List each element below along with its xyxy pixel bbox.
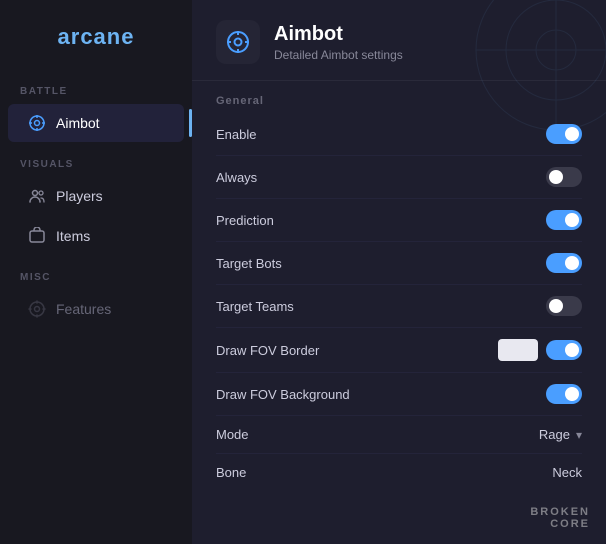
target-teams-toggle[interactable]: [546, 296, 582, 316]
enable-toggle[interactable]: [546, 124, 582, 144]
page-title: Aimbot: [274, 23, 403, 46]
sidebar-item-players-label: Players: [56, 188, 103, 204]
sidebar-item-aimbot-label: Aimbot: [56, 115, 100, 131]
sidebar-item-items[interactable]: Items: [8, 217, 184, 255]
setting-target-teams-label: Target Teams: [216, 299, 294, 314]
setting-always: Always: [216, 156, 582, 199]
sidebar-item-features-label: Features: [56, 301, 111, 317]
header-icon-container: [216, 20, 260, 64]
header-text: Aimbot Detailed Aimbot settings: [274, 23, 403, 62]
logo-area: arcane: [0, 0, 192, 70]
app-logo: arcane: [58, 24, 135, 50]
fov-border-controls: [498, 339, 582, 361]
setting-bone-label: Bone: [216, 465, 246, 480]
page-subtitle: Detailed Aimbot settings: [274, 48, 403, 62]
setting-bone: Bone Neck: [216, 454, 582, 491]
sidebar: arcane BATTLE Aimbot VISUALS: [0, 0, 192, 544]
players-icon: [28, 187, 46, 205]
watermark-line2: CORE: [550, 518, 590, 530]
target-bots-toggle[interactable]: [546, 253, 582, 273]
bone-dropdown-value: Neck: [552, 465, 582, 480]
aimbot-header-icon: [225, 29, 251, 55]
setting-draw-fov-background: Draw FOV Background: [216, 373, 582, 416]
setting-always-label: Always: [216, 170, 257, 185]
fov-background-toggle[interactable]: [546, 384, 582, 404]
misc-section-label: MISC: [0, 256, 192, 289]
visuals-section-label: VISUALS: [0, 143, 192, 176]
setting-draw-fov-background-label: Draw FOV Background: [216, 387, 350, 402]
chevron-down-icon: ▾: [576, 428, 582, 442]
always-toggle[interactable]: [546, 167, 582, 187]
setting-mode: Mode Rage ▾: [216, 416, 582, 454]
aimbot-icon: [28, 114, 46, 132]
mode-dropdown-value: Rage: [539, 427, 570, 442]
setting-mode-label: Mode: [216, 427, 249, 442]
setting-prediction: Prediction: [216, 199, 582, 242]
watermark-line1: BROKEN: [530, 506, 590, 518]
mode-dropdown[interactable]: Rage ▾: [539, 427, 582, 442]
sidebar-item-players[interactable]: Players: [8, 177, 184, 215]
main-content: Aimbot Detailed Aimbot settings General …: [192, 0, 606, 544]
general-section-label: General: [216, 81, 582, 113]
prediction-toggle[interactable]: [546, 210, 582, 230]
features-icon: [28, 300, 46, 318]
setting-enable-label: Enable: [216, 127, 256, 142]
sidebar-item-features[interactable]: Features: [8, 290, 184, 328]
bone-dropdown[interactable]: Neck: [552, 465, 582, 480]
setting-prediction-label: Prediction: [216, 213, 274, 228]
setting-target-bots: Target Bots: [216, 242, 582, 285]
setting-target-teams: Target Teams: [216, 285, 582, 328]
battle-section-label: BATTLE: [0, 70, 192, 103]
fov-border-toggle[interactable]: [546, 340, 582, 360]
header: Aimbot Detailed Aimbot settings: [192, 0, 606, 81]
watermark: BROKEN CORE: [530, 506, 590, 530]
items-icon: [28, 227, 46, 245]
sidebar-item-aimbot[interactable]: Aimbot: [8, 104, 184, 142]
setting-enable: Enable: [216, 113, 582, 156]
setting-target-bots-label: Target Bots: [216, 256, 282, 271]
fov-border-input[interactable]: [498, 339, 538, 361]
content-area: General Enable Always Prediction Target …: [192, 81, 606, 544]
setting-draw-fov-border-label: Draw FOV Border: [216, 343, 319, 358]
setting-draw-fov-border: Draw FOV Border: [216, 328, 582, 373]
sidebar-item-items-label: Items: [56, 228, 90, 244]
